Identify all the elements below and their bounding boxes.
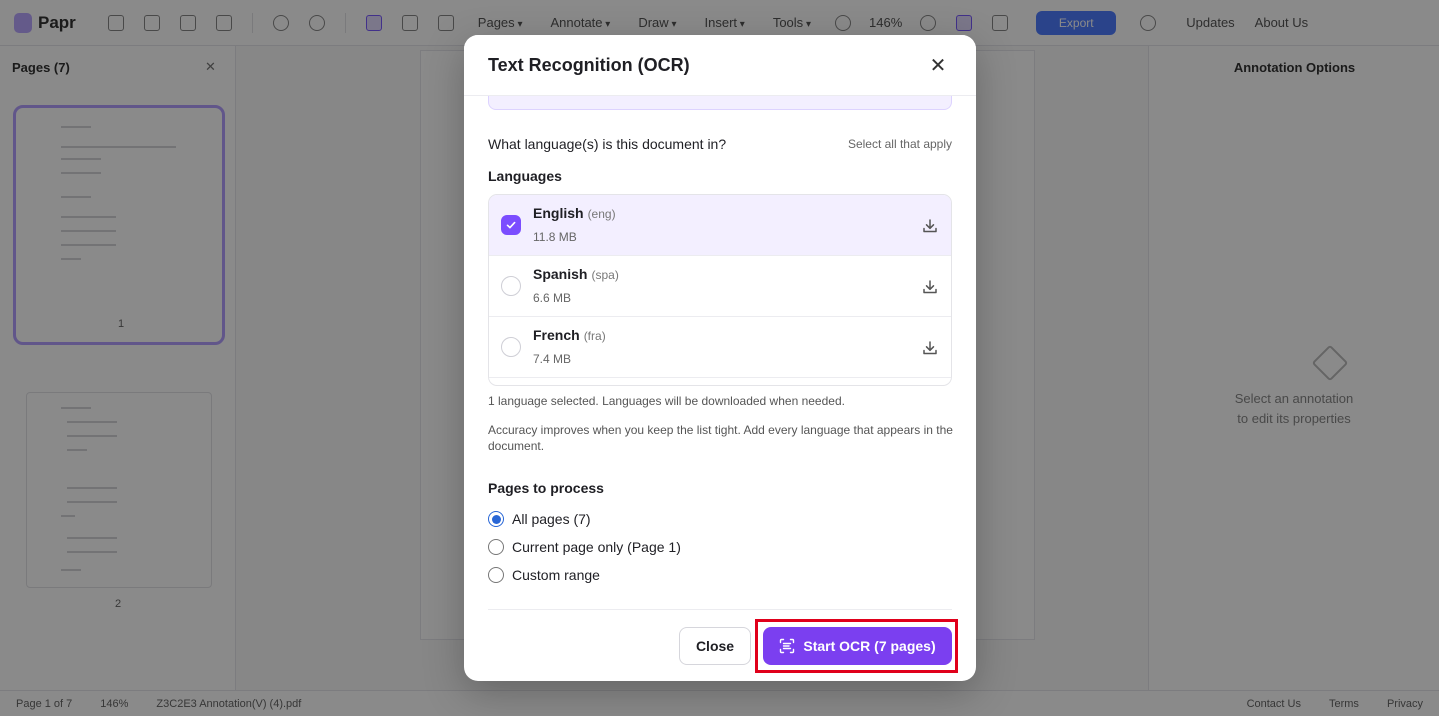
radio-label: All pages (7) [512, 511, 591, 527]
language-checkbox[interactable] [501, 276, 521, 296]
language-name: Spanish (spa) [533, 266, 619, 282]
radio-current-page[interactable]: Current page only (Page 1) [488, 539, 681, 555]
accuracy-note: Accuracy improves when you keep the list… [488, 423, 953, 453]
language-question: What language(s) is this document in? [488, 136, 727, 152]
start-ocr-label: Start OCR (7 pages) [803, 638, 936, 654]
language-item-spanish[interactable]: Spanish (spa) 6.6 MB [489, 256, 951, 317]
language-checkbox[interactable] [501, 337, 521, 357]
start-ocr-button[interactable]: Start OCR (7 pages) [763, 627, 952, 665]
language-size: 6.6 MB [533, 291, 572, 305]
dialog-header: Text Recognition (OCR) ✕ [464, 35, 976, 96]
language-size: 7.4 MB [533, 352, 572, 366]
dialog-title: Text Recognition (OCR) [488, 55, 690, 75]
radio-label: Current page only (Page 1) [512, 539, 681, 555]
radio-button[interactable] [488, 511, 504, 527]
language-code: (spa) [591, 268, 619, 282]
info-banner [488, 96, 952, 110]
language-item-french[interactable]: French (fra) 7.4 MB [489, 317, 951, 378]
close-icon[interactable]: ✕ [926, 54, 950, 78]
language-code: (fra) [583, 329, 606, 343]
language-size: 11.8 MB [533, 230, 577, 244]
pages-to-process-label: Pages to process [488, 480, 604, 496]
languages-label: Languages [488, 168, 562, 184]
ocr-dialog: Text Recognition (OCR) ✕ What language(s… [464, 35, 976, 681]
close-button[interactable]: Close [679, 627, 751, 665]
language-hint: Select all that apply [847, 137, 952, 151]
download-icon[interactable] [921, 339, 939, 357]
scan-text-icon [780, 638, 795, 654]
selection-note: 1 language selected. Languages will be d… [488, 394, 845, 408]
language-item-english[interactable]: English (eng) 11.8 MB [489, 195, 951, 256]
language-checkbox[interactable] [501, 215, 521, 235]
language-code: (eng) [587, 207, 616, 221]
language-name: French (fra) [533, 327, 606, 343]
radio-custom-range[interactable]: Custom range [488, 567, 600, 583]
radio-button[interactable] [488, 539, 504, 555]
language-name: English (eng) [533, 205, 616, 221]
download-icon[interactable] [921, 217, 939, 235]
radio-all-pages[interactable]: All pages (7) [488, 511, 591, 527]
download-icon[interactable] [921, 278, 939, 296]
footer-divider [488, 609, 952, 610]
check-icon [506, 221, 516, 229]
radio-button[interactable] [488, 567, 504, 583]
radio-label: Custom range [512, 567, 600, 583]
language-list[interactable]: English (eng) 11.8 MB Spanish (spa) 6.6 MB… [488, 194, 952, 386]
